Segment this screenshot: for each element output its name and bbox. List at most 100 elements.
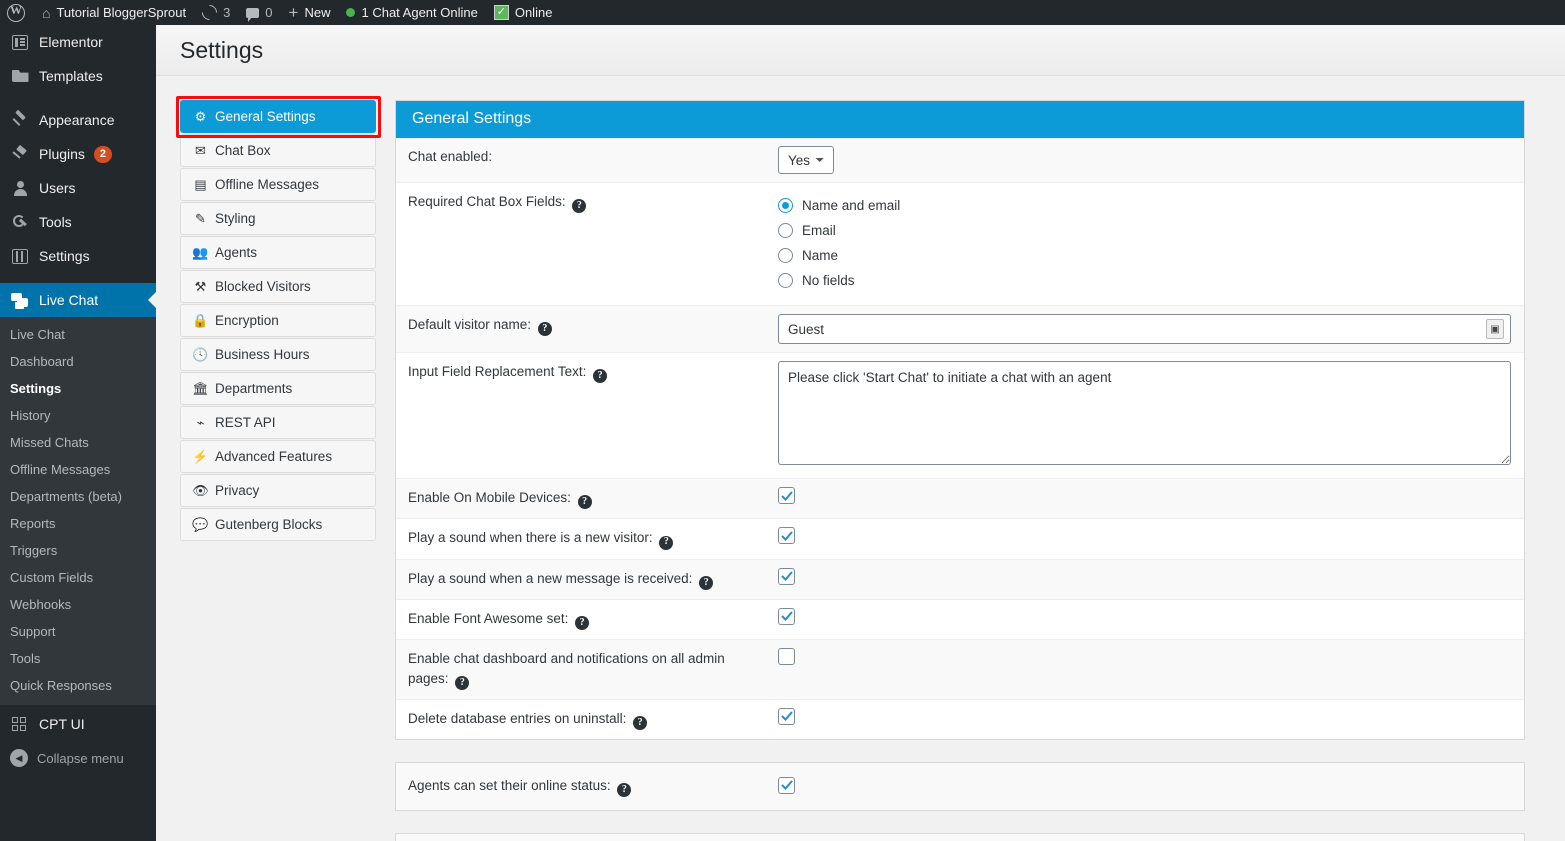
tab-rest-api[interactable]: ⌁ REST API	[180, 406, 376, 439]
row-field: Yes No	[778, 138, 1524, 182]
shortcode-picker-icon[interactable]: ▣	[1486, 319, 1504, 339]
submenu-item-history[interactable]: History	[0, 402, 156, 429]
online-status-toggle[interactable]: ✓ Online	[486, 0, 561, 25]
tab-encryption[interactable]: 🔒 Encryption	[180, 304, 376, 337]
row-chat-enabled: Chat enabled: Yes No	[396, 138, 1524, 183]
submenu-item-departments-beta[interactable]: Departments (beta)	[0, 483, 156, 510]
tab-styling[interactable]: ✎ Styling	[180, 202, 376, 235]
chat-agents-online-label: 1 Chat Agent Online	[361, 5, 478, 20]
help-icon[interactable]: ?	[572, 199, 587, 214]
help-icon[interactable]: ?	[577, 495, 592, 510]
chat-enabled-select[interactable]: Yes No	[778, 146, 834, 174]
radio-option-no-fields[interactable]: No fields	[778, 268, 1512, 293]
sidebar-item-plugins[interactable]: Plugins 2	[0, 137, 156, 171]
submenu-item-custom-fields[interactable]: Custom Fields	[0, 564, 156, 591]
row-sound-new-visitor: Play a sound when there is a new visitor…	[396, 519, 1524, 560]
submenu-item-quick-responses[interactable]: Quick Responses	[0, 672, 156, 699]
submenu-item-triggers[interactable]: Triggers	[0, 537, 156, 564]
panel-title: General Settings	[396, 101, 1524, 138]
tab-label: Blocked Visitors	[215, 279, 311, 294]
radio-icon[interactable]	[778, 248, 793, 263]
tab-departments[interactable]: 🏛 Departments	[180, 372, 376, 405]
sidebar-item-settings[interactable]: Settings	[0, 239, 156, 273]
sidebar-item-live-chat[interactable]: Live Chat	[0, 283, 156, 317]
default-visitor-name-input[interactable]	[778, 314, 1511, 344]
sidebar-item-tools[interactable]: Tools	[0, 205, 156, 239]
comments-menu[interactable]: 0	[238, 0, 280, 25]
submenu-item-missed-chats[interactable]: Missed Chats	[0, 429, 156, 456]
row-field	[778, 600, 1524, 636]
tab-agents[interactable]: 👥 Agents	[180, 236, 376, 269]
row-label: Default visitor name: ?	[396, 306, 778, 345]
sidebar-item-cpt-ui[interactable]: CPT UI	[0, 707, 156, 741]
tab-blocked-visitors[interactable]: ⚒ Blocked Visitors	[180, 270, 376, 303]
help-icon[interactable]: ?	[659, 535, 674, 550]
row-sound-new-message: Play a sound when a new message is recei…	[396, 559, 1524, 600]
sidebar-item-users[interactable]: Users	[0, 171, 156, 205]
radio-icon[interactable]	[778, 273, 793, 288]
tab-gutenberg-blocks[interactable]: 💬 Gutenberg Blocks	[180, 508, 376, 541]
radio-option-name[interactable]: Name	[778, 243, 1512, 268]
agents-status-panel: Agents can set their online status: ?	[395, 762, 1525, 812]
new-content-menu[interactable]: + New	[281, 0, 339, 25]
help-icon[interactable]: ?	[617, 783, 632, 798]
tab-label: Advanced Features	[215, 449, 333, 464]
row-default-visitor-name: Default visitor name: ? ▣	[396, 306, 1524, 353]
tab-label: Styling	[215, 211, 256, 226]
collapse-menu-label: Collapse menu	[37, 750, 124, 766]
sidebar-item-elementor[interactable]: Elementor	[0, 25, 156, 59]
help-icon[interactable]: ?	[455, 675, 470, 690]
chat-agents-online-menu[interactable]: 1 Chat Agent Online	[338, 0, 485, 25]
collapse-menu-button[interactable]: ◀ Collapse menu	[0, 741, 156, 775]
radio-label: No fields	[802, 273, 855, 288]
tab-label: Gutenberg Blocks	[215, 517, 323, 532]
site-name-menu[interactable]: ⌂ Tutorial BloggerSprout	[34, 0, 194, 25]
submenu-item-settings[interactable]: Settings	[0, 375, 156, 402]
agents-online-status-checkbox[interactable]	[778, 776, 795, 794]
submenu-item-reports[interactable]: Reports	[0, 510, 156, 537]
chat-icon	[10, 292, 30, 308]
submenu-item-offline-messages[interactable]: Offline Messages	[0, 456, 156, 483]
help-icon[interactable]: ?	[633, 716, 648, 731]
wordpress-logo-menu[interactable]	[0, 0, 34, 25]
tab-chat-box[interactable]: ✉ Chat Box	[180, 134, 376, 167]
users-icon: 👥	[192, 245, 209, 260]
input-field-replacement-textarea[interactable]: Please click 'Start Chat' to initiate a …	[778, 361, 1511, 465]
delete-database-entries-checkbox[interactable]	[778, 707, 795, 725]
sliders-icon	[10, 248, 30, 264]
tab-offline-messages[interactable]: ▤ Offline Messages	[180, 168, 376, 201]
enable-chat-dashboard-checkbox[interactable]	[778, 648, 795, 665]
tab-advanced-features[interactable]: ⚡ Advanced Features	[180, 440, 376, 473]
help-icon[interactable]: ?	[575, 616, 590, 630]
tab-general-settings[interactable]: ⚙ General Settings	[180, 100, 376, 133]
sidebar-item-templates[interactable]: Templates	[0, 59, 156, 93]
radio-icon[interactable]	[778, 223, 793, 238]
enable-on-mobile-devices-checkbox[interactable]	[778, 487, 795, 504]
tab-business-hours[interactable]: 🕓 Business Hours	[180, 338, 376, 371]
radio-option-name-and-email[interactable]: Name and email	[778, 193, 1512, 218]
sound-new-message-checkbox[interactable]	[778, 567, 795, 585]
tab-privacy[interactable]: 👁 Privacy	[180, 474, 376, 507]
help-icon[interactable]: ?	[699, 575, 714, 590]
help-icon[interactable]: ?	[537, 322, 552, 337]
submenu-item-support[interactable]: Support	[0, 618, 156, 645]
radio-option-email[interactable]: Email	[778, 218, 1512, 243]
sidebar-item-appearance[interactable]: Appearance	[0, 103, 156, 137]
sidebar-item-label: Templates	[39, 68, 103, 84]
radio-label: Email	[802, 223, 836, 238]
enable-font-awesome-checkbox[interactable]	[778, 607, 795, 625]
row-field	[778, 769, 1524, 805]
radio-icon[interactable]	[778, 198, 793, 213]
submenu-item-dashboard[interactable]: Dashboard	[0, 348, 156, 375]
chevron-left-icon: ◀	[10, 749, 28, 767]
submenu-item-live-chat[interactable]: Live Chat	[0, 321, 156, 348]
submenu-item-webhooks[interactable]: Webhooks	[0, 591, 156, 618]
site-name-label: Tutorial BloggerSprout	[56, 5, 187, 20]
submenu-item-tools[interactable]: Tools	[0, 645, 156, 672]
required-fields-label: Required Chat Box Fields:	[408, 194, 566, 209]
row-field: Please click 'Start Chat' to initiate a …	[778, 353, 1524, 478]
sound-new-visitor-checkbox[interactable]	[778, 527, 795, 545]
help-icon[interactable]: ?	[593, 369, 608, 384]
updates-icon	[198, 1, 221, 24]
updates-menu[interactable]: 3	[194, 0, 238, 25]
